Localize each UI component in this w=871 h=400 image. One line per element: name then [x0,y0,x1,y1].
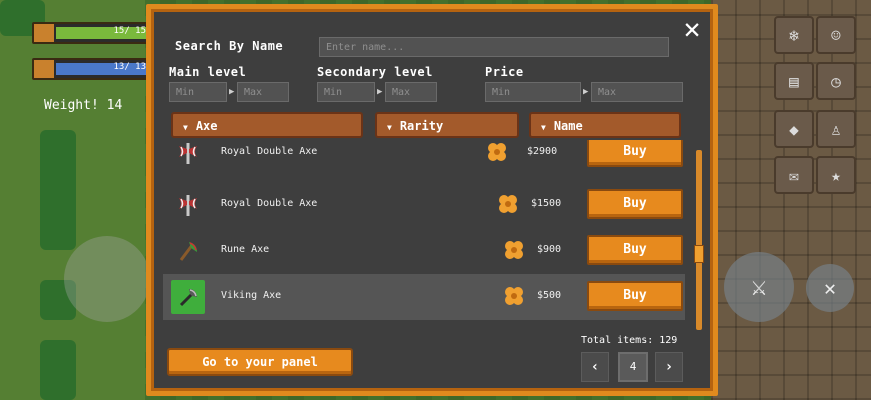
mana-text: 13/ 13 [113,62,146,72]
snowflake-icon: ❄ [789,25,799,45]
item-name: Royal Double Axe [221,146,318,157]
next-page-button[interactable]: › [655,352,683,382]
category-dropdown-label: Axe [195,119,218,133]
current-page-number: 4 [618,352,648,382]
buy-button[interactable]: Buy [587,140,683,167]
rune-axe-icon [171,234,205,268]
list-item[interactable]: Royal Double Axe $1500 Buy [163,182,685,228]
star-icon: ★ [831,165,841,185]
viking-axe-icon [171,280,205,314]
item-price: $500 [537,290,562,301]
mana-bar: 13/ 13 [32,58,154,80]
character-button[interactable]: ♙ [816,110,856,148]
chevron-down-icon: ▼ [541,123,546,132]
running-man-icon: ☺ [831,25,841,45]
stone-floor-tiles [711,0,871,400]
coin-icon [505,287,523,305]
range-separator: ▶ [377,87,383,97]
timer-button[interactable]: ◷ [816,62,856,100]
item-price: $1500 [531,198,562,209]
shop-panel: ✕ Search By Name Main level ▶ Secondary … [146,4,718,396]
scroll-button[interactable]: ◆ [774,110,814,148]
secondary-level-max-input[interactable] [385,82,437,102]
category-dropdown[interactable]: ▼ Axe [171,112,363,138]
health-bar: 15/ 15 [32,22,154,44]
person-icon: ♙ [831,119,841,139]
list-item[interactable]: Rune Axe $900 Buy [163,228,685,274]
sort-dropdown-label: Name [553,119,583,133]
sword-icon: ⚔ [751,272,767,302]
double-axe-icon [171,188,205,222]
star-button[interactable]: ★ [816,156,856,194]
list-item-selected[interactable]: Viking Axe $500 Buy [163,274,685,320]
buy-button[interactable]: Buy [587,281,683,311]
double-axe-icon [171,140,205,170]
health-text: 15/ 15 [113,26,146,36]
hedge-bush [40,340,76,400]
main-level-min-input[interactable] [169,82,227,102]
total-items-count: Total items: 129 [581,335,678,346]
close-icon: ✕ [683,12,701,45]
map-button[interactable]: ❄ [774,16,814,54]
price-max-input[interactable] [591,82,683,102]
close-button[interactable]: ✕ [679,15,705,43]
item-price: $2900 [527,146,558,157]
price-label: Price [485,65,524,79]
mana-icon [34,60,54,78]
chat-icon: ✉ [789,165,799,185]
sort-dropdown[interactable]: ▼ Name [529,112,681,138]
range-separator: ▶ [229,87,235,97]
chat-button[interactable]: ✉ [774,156,814,194]
rarity-dropdown[interactable]: ▼ Rarity [375,112,519,138]
item-name: Rune Axe [221,244,270,255]
attack-button[interactable]: ⚔ [724,252,794,322]
main-level-max-input[interactable] [237,82,289,102]
go-to-panel-button[interactable]: Go to your panel [167,348,353,376]
cancel-action-button[interactable]: ✕ [806,264,854,312]
heart-icon [34,24,54,42]
search-label: Search By Name [175,39,284,53]
scrollbar-track[interactable] [696,150,702,330]
buy-button[interactable]: Buy [587,235,683,265]
scroll-icon: ◆ [789,119,799,139]
coin-icon [499,195,517,213]
weight-label: Weight! 14 [44,98,123,113]
rarity-dropdown-label: Rarity [399,119,444,133]
scrollbar-thumb[interactable] [694,245,704,263]
search-input[interactable] [319,37,669,57]
price-min-input[interactable] [485,82,581,102]
item-price: $900 [537,244,562,255]
buy-button[interactable]: Buy [587,189,683,219]
stopwatch-icon: ◷ [831,71,841,91]
close-icon: ✕ [823,276,837,300]
item-name: Viking Axe [221,290,282,301]
skills-button[interactable]: ☺ [816,16,856,54]
coin-icon [505,241,523,259]
chevron-down-icon: ▼ [183,123,188,132]
prev-page-button[interactable]: ‹ [581,352,609,382]
book-icon: ▤ [789,71,799,91]
chevron-down-icon: ▼ [387,123,392,132]
main-level-label: Main level [169,65,247,79]
item-name: Royal Double Axe [221,198,318,209]
coin-icon [488,143,506,161]
hedge-bush [40,130,76,250]
item-list[interactable]: Royal Double Axe $2900 Buy Royal Double … [163,140,685,328]
joystick[interactable] [64,236,150,322]
range-separator: ▶ [583,87,589,97]
inventory-button[interactable]: ▤ [774,62,814,100]
secondary-level-min-input[interactable] [317,82,375,102]
secondary-level-label: Secondary level [317,65,433,79]
list-item[interactable]: Royal Double Axe $2900 Buy [163,140,685,176]
